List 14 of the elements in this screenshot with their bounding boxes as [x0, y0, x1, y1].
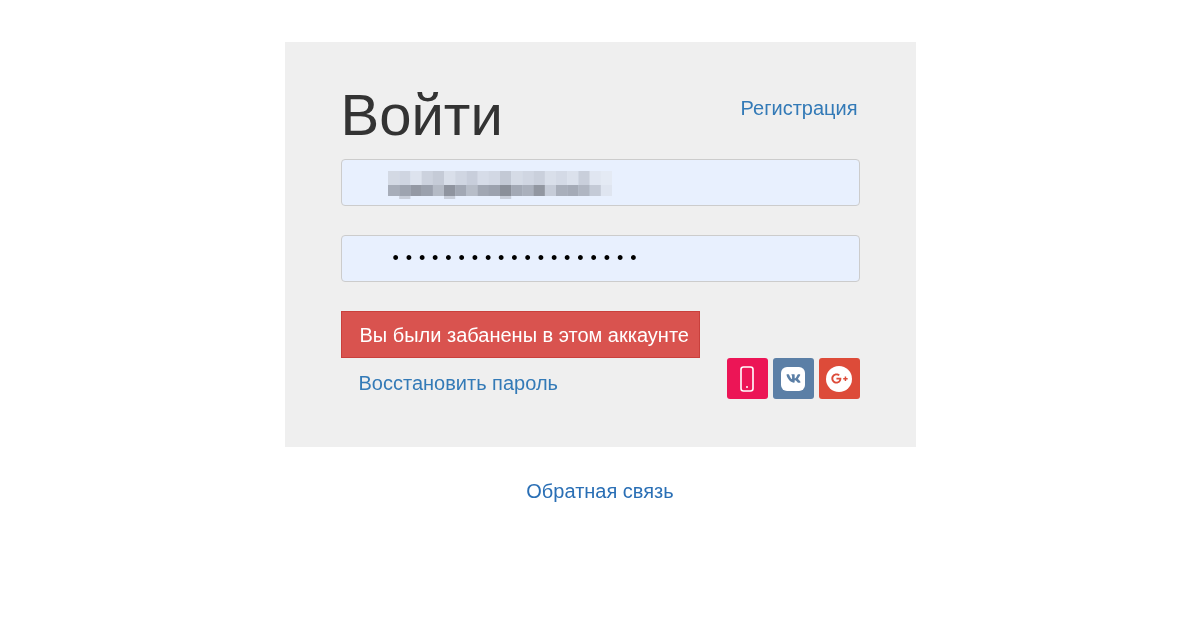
phone-login-button[interactable] — [726, 358, 768, 399]
email-field[interactable] — [340, 159, 860, 206]
vk-login-button[interactable] — [772, 358, 814, 399]
recover-password-link[interactable]: Восстановить пароль — [358, 371, 558, 395]
google-plus-login-button[interactable] — [818, 358, 860, 399]
phone-icon — [740, 365, 754, 392]
password-field[interactable]: ••••••••••••••••••• — [340, 235, 860, 282]
feedback-link[interactable]: Обратная связь — [526, 479, 674, 503]
vk-logo-icon — [781, 366, 805, 391]
error-alert: Вы были забанены в этом аккаунте — [340, 311, 700, 358]
pixelated-text-icon — [387, 171, 612, 199]
google-plus-logo-icon — [826, 365, 852, 392]
login-title: Войти — [340, 86, 503, 144]
register-link[interactable]: Регистрация — [740, 96, 858, 120]
